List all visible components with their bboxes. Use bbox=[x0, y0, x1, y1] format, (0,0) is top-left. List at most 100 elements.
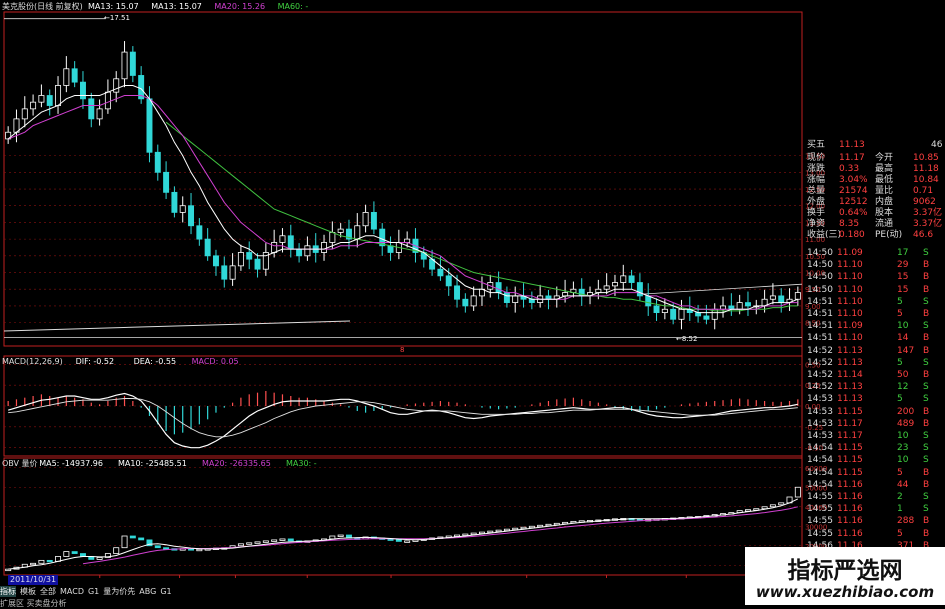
candle-body bbox=[96, 108, 103, 120]
tick-vol: 10 bbox=[897, 431, 909, 441]
candle-body bbox=[154, 151, 161, 173]
candle-body bbox=[670, 308, 677, 320]
stock-chart[interactable]: 13.5013.0012.5012.0011.5011.0010.5010.00… bbox=[0, 0, 945, 609]
obv-legend-label: OBV 量价 bbox=[2, 459, 38, 468]
tick-time: 14:55 bbox=[807, 516, 833, 527]
tick-vol: 2 bbox=[897, 492, 903, 502]
tick-row: 14:53 11.17 489 B bbox=[805, 419, 945, 430]
quote-stat-value: 0.71 bbox=[913, 186, 934, 196]
tick-row: 14:53 11.17 10 S bbox=[805, 431, 945, 442]
tick-time: 14:51 bbox=[807, 333, 833, 344]
tick-side: B bbox=[923, 528, 930, 539]
indicator-tab[interactable]: 全部 bbox=[40, 586, 56, 597]
quote-stat-value: 0.180 bbox=[839, 230, 865, 240]
candle-body bbox=[628, 275, 635, 283]
obv-bar bbox=[262, 540, 269, 543]
candle-body bbox=[611, 282, 618, 287]
quote-stat-value: 10.85 bbox=[913, 153, 939, 163]
quote-stat-row: 涨跌 0.33 最高 11.18 bbox=[805, 164, 945, 175]
indicator-tabs: 指标 模板 全部 MACD G1 量为价先 ABG G1 bbox=[0, 586, 176, 597]
candle-body bbox=[512, 295, 519, 303]
tick-vol: 44 bbox=[897, 479, 909, 490]
tick-vol: 10 bbox=[897, 321, 909, 332]
candle-body bbox=[287, 235, 294, 250]
tick-time: 14:52 bbox=[807, 345, 833, 356]
tick-price: 11.13 bbox=[837, 345, 863, 356]
quote-stat-value: 11.18 bbox=[913, 164, 939, 174]
low-price-label: ←8.52 bbox=[676, 335, 697, 343]
tick-price: 11.10 bbox=[837, 272, 863, 283]
candle-body bbox=[794, 292, 801, 300]
extension-tab[interactable]: 扩展区 买卖盘分析 bbox=[0, 598, 67, 609]
tick-row: 14:51 11.10 14 B bbox=[805, 333, 945, 344]
candle-body bbox=[304, 245, 311, 257]
ask5-row: 买五 11.13 46 bbox=[805, 140, 945, 151]
quote-stat-label: 最低 bbox=[875, 175, 894, 185]
quote-stat-value: 10.84 bbox=[913, 175, 939, 185]
tick-price: 11.09 bbox=[837, 248, 863, 258]
indicator-tab[interactable]: MACD bbox=[60, 586, 84, 597]
tick-side: B bbox=[923, 479, 930, 490]
watermark-url: www.xuezhibiao.com bbox=[755, 583, 935, 601]
candle-body bbox=[179, 205, 186, 213]
tick-time: 14:50 bbox=[807, 284, 833, 295]
candle-body bbox=[437, 268, 444, 277]
tick-side: B bbox=[923, 309, 930, 319]
tick-side: S bbox=[923, 321, 929, 332]
tick-time: 14:53 bbox=[807, 406, 833, 417]
obv-bar bbox=[287, 538, 294, 542]
candle-body bbox=[720, 305, 727, 310]
obv-bar bbox=[237, 543, 244, 547]
indicator-tab[interactable]: G1 bbox=[160, 586, 171, 597]
watermark-title: 指标严选网 bbox=[787, 558, 903, 584]
tick-row: 14:51 11.09 10 S bbox=[805, 321, 945, 332]
tick-time: 14:53 bbox=[807, 418, 833, 429]
quote-stat-label: 流通 bbox=[875, 219, 894, 229]
tick-vol: 10 bbox=[897, 455, 909, 466]
candle-body bbox=[728, 305, 735, 310]
indicator-tab[interactable]: G1 bbox=[88, 586, 99, 597]
tick-price: 11.15 bbox=[837, 406, 863, 417]
tick-vol: 12 bbox=[897, 382, 909, 393]
tick-row: 14:54 11.15 10 S bbox=[805, 455, 945, 466]
tick-vol: 489 bbox=[897, 418, 915, 429]
candle-body bbox=[121, 51, 128, 80]
ma-legend-label: MA20: 15.26 bbox=[214, 2, 265, 11]
candle-body bbox=[354, 225, 361, 240]
candle-body bbox=[296, 248, 303, 257]
candle-body bbox=[212, 255, 219, 267]
candle-body bbox=[204, 238, 211, 257]
tick-price: 11.16 bbox=[837, 516, 863, 527]
candle-body bbox=[237, 252, 244, 267]
quote-stat-value: 9062 bbox=[913, 197, 936, 207]
quote-stat-row: 换手 0.64% 股本 3.37亿 bbox=[805, 208, 945, 219]
candle-body bbox=[695, 312, 702, 317]
obv-bar bbox=[329, 535, 336, 540]
tick-time: 14:53 bbox=[807, 394, 833, 405]
indicator-tab[interactable]: ABG bbox=[139, 586, 156, 597]
tick-price: 11.13 bbox=[837, 357, 863, 368]
tick-price: 11.15 bbox=[837, 467, 863, 478]
tick-row: 14:55 11.16 288 B bbox=[805, 516, 945, 527]
indicator-tab[interactable]: 指标 bbox=[0, 586, 16, 597]
quote-panel: 买五 11.13 46 现价 11.17 今开 10.85 涨跌 0.33 最高 11.18 涨… bbox=[805, 138, 945, 578]
obv-bar bbox=[129, 535, 136, 539]
quote-stat-row: 涨幅 3.04% 最低 10.84 bbox=[805, 175, 945, 186]
tick-vol: 15 bbox=[897, 284, 909, 295]
tick-row: 14:52 11.13 12 S bbox=[805, 382, 945, 393]
tick-side: S bbox=[923, 455, 929, 466]
period-marker: 8 bbox=[400, 346, 404, 354]
ask5-volume: 46 bbox=[931, 140, 943, 150]
obv-bar bbox=[30, 562, 37, 566]
indicator-tab[interactable]: 量为价先 bbox=[103, 586, 135, 597]
tick-side: S bbox=[923, 357, 929, 368]
tick-time: 14:55 bbox=[807, 528, 833, 539]
candle-body bbox=[21, 108, 28, 120]
obv-legend-label: MA20: -26335.65 bbox=[202, 459, 271, 468]
tick-time: 14:51 bbox=[807, 309, 833, 319]
indicator-tab[interactable]: 模板 bbox=[20, 586, 36, 597]
tick-side: B bbox=[923, 406, 930, 417]
candle-body bbox=[454, 285, 461, 300]
candle-body bbox=[71, 68, 78, 83]
macd-legend-label: DEA: -0.55 bbox=[134, 357, 176, 366]
